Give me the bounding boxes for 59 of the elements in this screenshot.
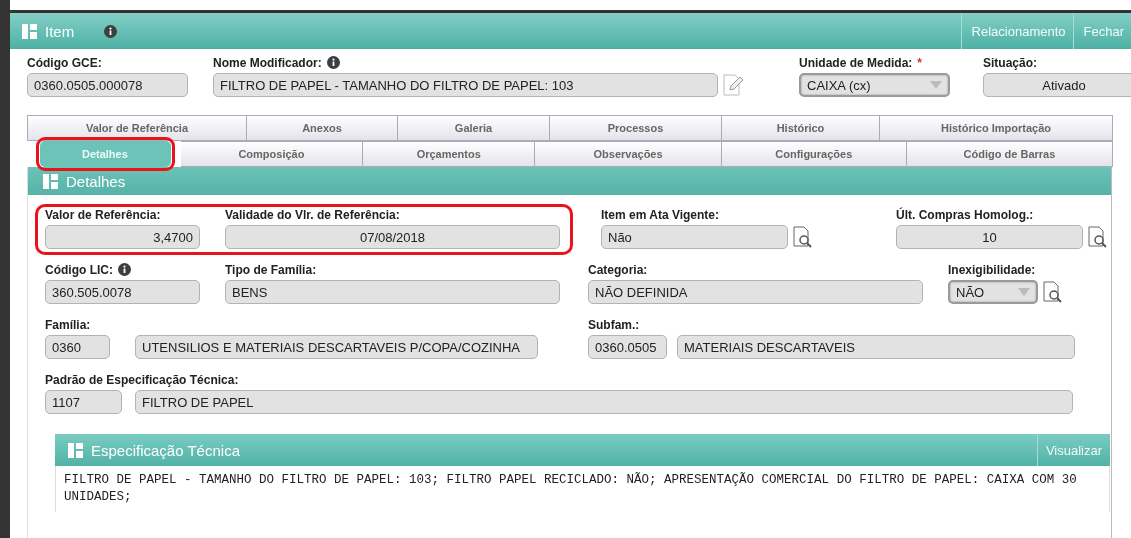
input-field[interactable]: 0360.0505.000078 <box>27 73 188 97</box>
info-icon[interactable] <box>326 56 340 69</box>
input-field[interactable]: BENS <box>225 280 560 304</box>
field-label: Categoria: <box>588 262 648 277</box>
field-label: Item em Ata Vigente: <box>601 207 720 222</box>
required-mark: * <box>917 55 922 70</box>
field-label: Nome Modificador: <box>213 55 322 70</box>
input-field[interactable]: 10 <box>896 225 1083 249</box>
input-field[interactable]: UTENSILIOS E MATERIAIS DESCARTAVEIS P/COPA/COZINHA <box>135 335 538 359</box>
field-label: Valor de Referência: <box>45 207 161 222</box>
edit-icon[interactable] <box>723 74 743 96</box>
dropdown[interactable]: NÃO <box>948 280 1038 304</box>
field-label: Código GCE: <box>27 55 102 70</box>
tab[interactable]: Orçamentos <box>363 141 536 167</box>
input-field[interactable]: FILTRO DE PAPEL <box>135 390 1073 414</box>
field-label: Inexigibilidade: <box>948 262 1036 277</box>
field-label: Subfam.: <box>588 317 640 332</box>
info-icon[interactable] <box>104 24 118 38</box>
input-field[interactable]: 0360.0505 <box>588 335 667 359</box>
tab[interactable]: Código de Barras <box>906 141 1113 167</box>
field-label: Família: <box>45 317 91 332</box>
window-title: Item <box>45 22 75 40</box>
input-field[interactable]: 1107 <box>45 390 122 414</box>
input-field[interactable]: Não <box>601 225 788 249</box>
info-icon[interactable] <box>118 263 131 276</box>
tab[interactable]: Composição <box>180 141 364 167</box>
field-label: Últ. Compras Homolog.: <box>896 207 1034 222</box>
document-search-icon[interactable] <box>1043 281 1063 303</box>
input-field[interactable]: MATERIAIS DESCARTAVEIS <box>677 335 1075 359</box>
field-label: Padrão de Especificação Técnica: <box>45 372 239 387</box>
panel-title: Detalhes <box>66 172 126 190</box>
input-field[interactable]: NÃO DEFINIDA <box>588 280 923 304</box>
tab[interactable]: Valor de Referência <box>27 115 247 141</box>
specification-text: FILTRO DE PAPEL - TAMANHO DO FILTRO DE PAPEL: 103; FILTRO PAPEL RECICLADO: NÃO; APRESENTAÇÃO COMERCIAL DO FILTRO DE PAPEL: CAIXA COM 30 UNIDADES; <box>55 466 1110 512</box>
section-title: Especificação Técnica <box>91 441 240 459</box>
tab[interactable]: Histórico Importação <box>880 115 1113 141</box>
field-label: Situação: <box>983 55 1037 70</box>
input-field[interactable]: 0360 <box>45 335 110 359</box>
document-search-icon[interactable] <box>1088 226 1108 248</box>
field-label: Unidade de Medida: <box>799 55 913 70</box>
tab[interactable]: Histórico <box>722 115 880 141</box>
input-field[interactable]: Ativado <box>983 73 1131 97</box>
input-field[interactable]: 3,4700 <box>45 225 200 249</box>
document-search-icon[interactable] <box>793 226 813 248</box>
dropdown[interactable]: CAIXA (cx) <box>799 73 950 97</box>
panel-icon <box>43 173 58 189</box>
tab[interactable]: Processos <box>550 115 722 141</box>
tab[interactable]: Galeria <box>398 115 550 141</box>
tab[interactable]: Observações <box>535 141 722 167</box>
input-field[interactable]: 360.505.0078 <box>45 280 200 304</box>
input-field[interactable]: 07/08/2018 <box>225 225 560 249</box>
field-label: Código LIC: <box>45 262 113 277</box>
tab[interactable]: Anexos <box>247 115 398 141</box>
field-label: Tipo de Família: <box>225 262 317 277</box>
field-label: Validade do Vlr. de Referência: <box>225 207 400 222</box>
panel-icon <box>22 23 37 39</box>
panel-icon <box>68 442 83 458</box>
input-field[interactable]: FILTRO DE PAPEL - TAMANHO DO FILTRO DE PAPEL: 103 <box>213 73 718 97</box>
tab[interactable]: Configurações <box>721 141 907 167</box>
